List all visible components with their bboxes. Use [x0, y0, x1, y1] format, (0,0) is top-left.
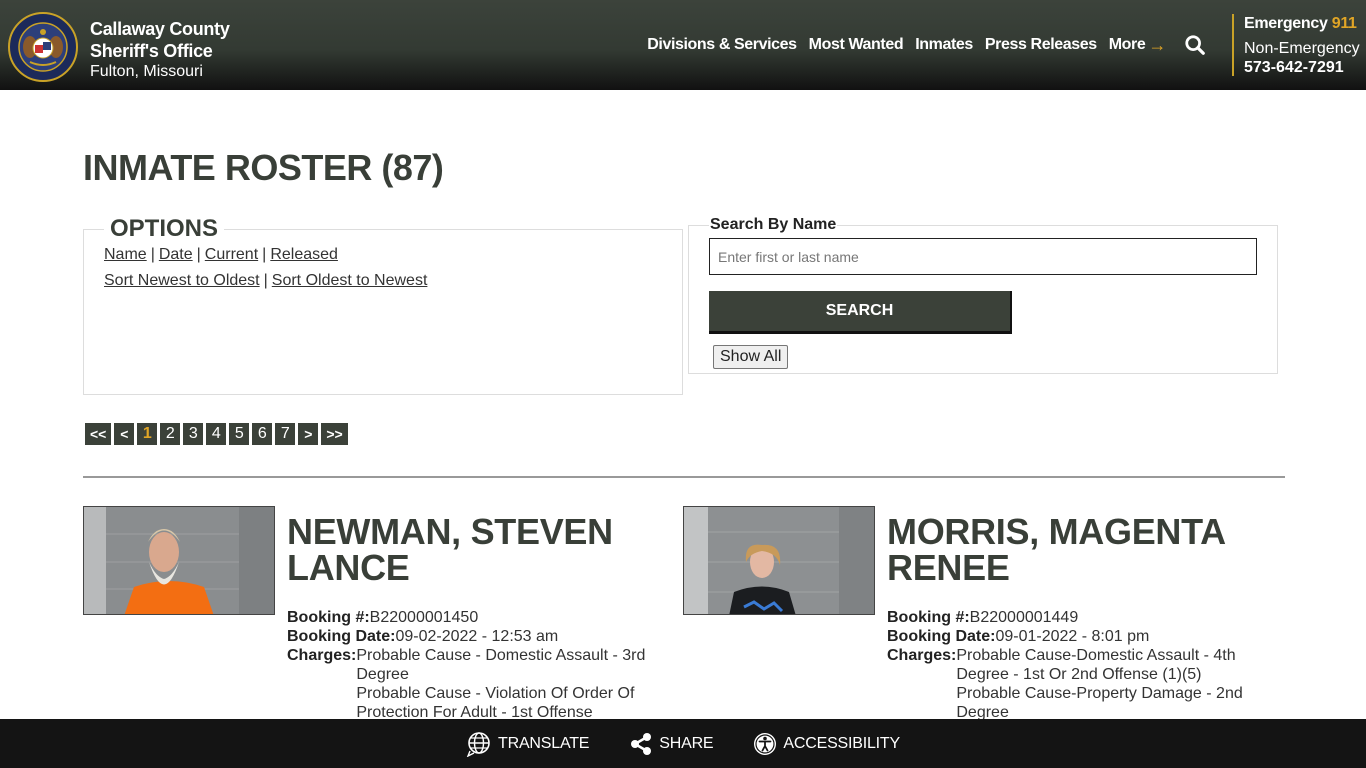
nav-more-label: More [1108, 36, 1146, 53]
page-2-button[interactable]: 2 [160, 423, 181, 445]
page-prev-button[interactable]: < [114, 423, 135, 445]
page-7-button[interactable]: 7 [275, 423, 296, 445]
booking-number-row: Booking #:B22000001449 [887, 608, 1267, 627]
inmate-name-line1: NEWMAN, STEVEN [287, 511, 613, 552]
non-emergency-number[interactable]: 573-642-7291 [1244, 59, 1360, 77]
emergency-label: Emergency [1244, 15, 1328, 32]
inmate-name-line2: RENEE [887, 547, 1010, 588]
search-panel: Search By Name SEARCH Show All [688, 216, 1278, 374]
non-emergency-label: Non-Emergency [1244, 40, 1360, 57]
sort-links: Sort Newest to Oldest | Sort Oldest to New… [104, 271, 662, 291]
booking-date-label: Booking Date: [287, 628, 396, 645]
sort-newest-link[interactable]: Sort Newest to Oldest [104, 272, 260, 289]
booking-number-row: Booking #:B22000001450 [287, 608, 667, 627]
charge-line: Degree - 1st Or 2nd Offense (1)(5) [956, 666, 1202, 683]
arrow-right-icon: → [1148, 34, 1166, 55]
options-panel: OPTIONS Name | Date | Current | Released Sort … [83, 215, 683, 395]
separator: | [196, 246, 201, 263]
charge-line: Probable Cause - Domestic Assault - 3rd [356, 647, 646, 664]
separator: | [263, 272, 268, 289]
page-last-button[interactable]: >> [321, 423, 348, 445]
charges-row: Charges: Probable Cause-Domestic Assault… [887, 646, 1267, 722]
booking-date-row: Booking Date:09-01-2022 - 8:01 pm [887, 627, 1267, 646]
booking-date-label: Booking Date: [887, 628, 996, 645]
contact-info: Emergency 911 Non-Emergency 573-642-7291 [1232, 14, 1360, 76]
search-legend: Search By Name [710, 216, 837, 233]
page-4-button[interactable]: 4 [206, 423, 227, 445]
site-header: Callaway County Sheriff's Office Fulton,… [0, 0, 1366, 90]
filter-links: Name | Date | Current | Released [104, 245, 662, 265]
name-search-input[interactable] [709, 238, 1257, 275]
nav-divisions-services[interactable]: Divisions & Services [647, 36, 797, 54]
inmate-info: NEWMAN, STEVEN LANCE Booking #:B22000001… [287, 514, 667, 722]
filter-date-link[interactable]: Date [159, 246, 193, 263]
separator: | [262, 246, 267, 263]
page-title: INMATE ROSTER (87) [83, 147, 444, 188]
booking-date-value: 09-01-2022 - 8:01 pm [995, 628, 1150, 645]
inmate-name[interactable]: MORRIS, MAGENTA RENEE [887, 514, 1267, 586]
inmate-name-line1: MORRIS, MAGENTA [887, 511, 1226, 552]
org-location: Fulton, Missouri [90, 63, 203, 80]
footer-toolbar: TRANSLATE SHARE ACCESSIBILITY [0, 719, 1366, 768]
brand[interactable]: Callaway County Sheriff's Office Fulton,… [90, 18, 230, 82]
search-icon[interactable] [1184, 34, 1206, 56]
sort-oldest-link[interactable]: Sort Oldest to Newest [272, 272, 428, 289]
booking-number-value: B22000001450 [369, 609, 479, 626]
charge-line: Degree [356, 666, 409, 683]
emergency-number[interactable]: 911 [1332, 15, 1357, 32]
charges-row: Charges: Probable Cause - Domestic Assau… [287, 646, 667, 722]
search-button[interactable]: SEARCH [709, 291, 1012, 334]
share-label: SHARE [659, 734, 714, 752]
filter-current-link[interactable]: Current [205, 246, 258, 263]
translate-label: TRANSLATE [498, 734, 590, 752]
share-icon [631, 732, 652, 755]
page-1-button[interactable]: 1 [137, 423, 158, 445]
charges-label: Charges: [287, 647, 357, 664]
page-5-button[interactable]: 5 [229, 423, 250, 445]
nav-most-wanted[interactable]: Most Wanted [809, 36, 904, 54]
sheriff-seal-logo[interactable] [8, 12, 78, 82]
nav-press-releases[interactable]: Press Releases [985, 36, 1097, 54]
main-nav: Divisions & Services Most Wanted Inmates… [635, 34, 1206, 56]
page-6-button[interactable]: 6 [252, 423, 273, 445]
pagination: << < 1 2 3 4 5 6 7 > >> [85, 423, 351, 445]
accessibility-button[interactable]: ACCESSIBILITY [753, 732, 900, 756]
emergency-line: Emergency 911 [1244, 14, 1360, 34]
separator: | [150, 246, 155, 263]
inmate-name[interactable]: NEWMAN, STEVEN LANCE [287, 514, 667, 586]
accessibility-label: ACCESSIBILITY [783, 734, 900, 752]
page-first-button[interactable]: << [85, 423, 112, 445]
options-legend: OPTIONS [110, 215, 219, 242]
translate-button[interactable]: TRANSLATE [466, 731, 589, 757]
filter-released-link[interactable]: Released [270, 246, 338, 263]
booking-date-value: 09-02-2022 - 12:53 am [395, 628, 559, 645]
charge-line: Probable Cause - Violation Of Order Of [356, 685, 635, 702]
org-name-line2: Sheriff's Office [90, 41, 213, 61]
booking-number-label: Booking #: [887, 609, 970, 626]
page-3-button[interactable]: 3 [183, 423, 204, 445]
charges-label: Charges: [887, 647, 957, 664]
inmate-info: MORRIS, MAGENTA RENEE Booking #:B2200000… [887, 514, 1267, 722]
booking-number-label: Booking #: [287, 609, 370, 626]
nav-more[interactable]: More → [1108, 34, 1167, 56]
divider [83, 476, 1285, 478]
booking-number-value: B22000001449 [969, 609, 1079, 626]
globe-icon [466, 731, 490, 757]
inmate-photo[interactable] [683, 506, 875, 615]
nav-inmates[interactable]: Inmates [915, 36, 973, 54]
filter-name-link[interactable]: Name [104, 246, 147, 263]
booking-date-row: Booking Date:09-02-2022 - 12:53 am [287, 627, 667, 646]
share-button[interactable]: SHARE [629, 732, 714, 756]
org-name-line1: Callaway County [90, 19, 230, 39]
charge-line: Probable Cause-Property Damage - 2nd [956, 685, 1243, 702]
accessibility-icon [754, 732, 777, 755]
charge-line: Probable Cause-Domestic Assault - 4th [956, 647, 1236, 664]
show-all-button[interactable]: Show All [713, 345, 789, 369]
inmate-name-line2: LANCE [287, 547, 410, 588]
page-next-button[interactable]: > [298, 423, 319, 445]
inmate-photo[interactable] [83, 506, 275, 615]
